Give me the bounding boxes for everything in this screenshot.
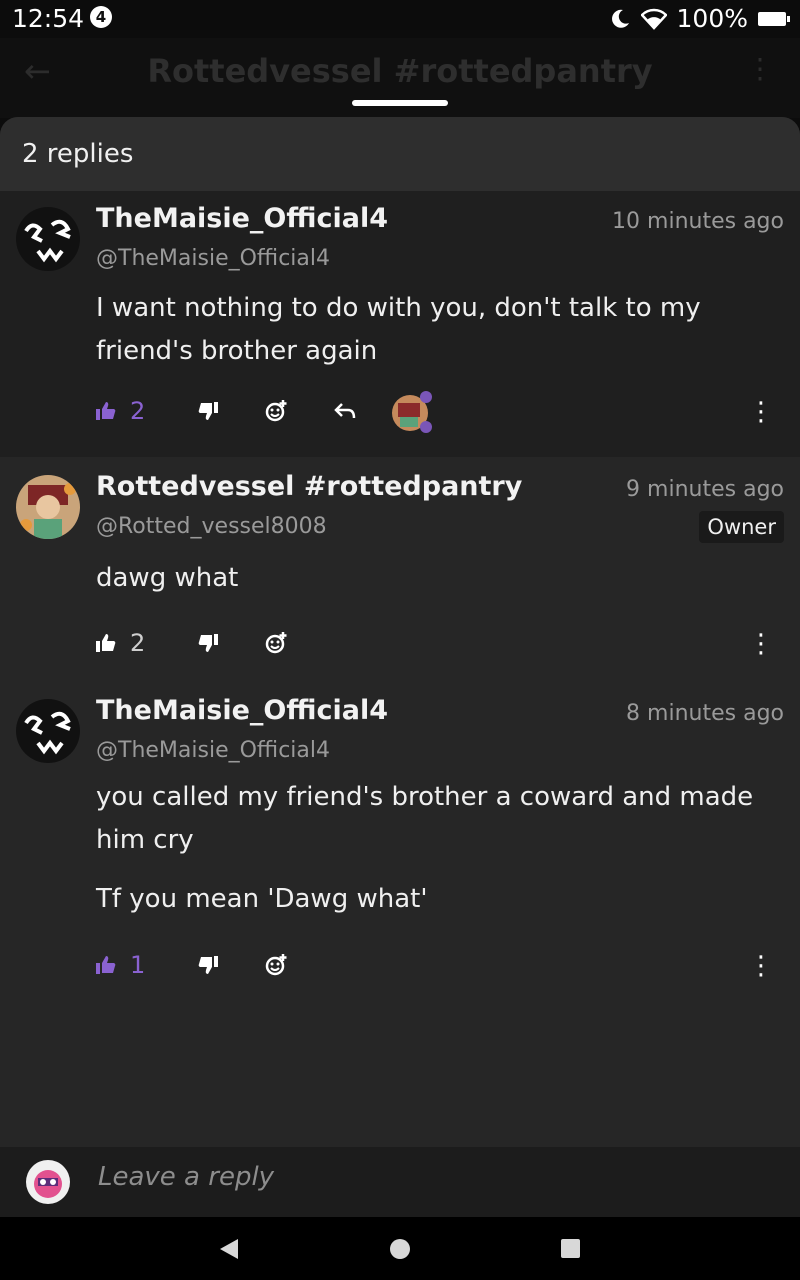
- battery-icon: [758, 11, 790, 26]
- comment-body: Tf you mean 'Dawg what': [96, 884, 428, 914]
- comment-body: I want nothing to do with you, don't tal…: [96, 293, 701, 366]
- comment-body: you called my friend's brother a coward …: [96, 782, 754, 855]
- thumbs-up-icon: [96, 634, 116, 652]
- replies-sheet: 2 replies TheMaisie_Official4 10 minutes…: [0, 117, 800, 1147]
- add-reaction-button[interactable]: [264, 945, 288, 985]
- like-count: 2: [130, 629, 146, 657]
- thumbs-down-icon: [198, 402, 218, 420]
- comment-author[interactable]: TheMaisie_Official4: [96, 695, 388, 726]
- comment-handle: @Rotted_vessel8008: [96, 514, 327, 539]
- notification-count-badge: 4: [90, 6, 112, 28]
- like-count: 2: [130, 397, 146, 425]
- battery-percent: 100%: [676, 4, 748, 33]
- comment-author[interactable]: TheMaisie_Official4: [96, 203, 388, 234]
- avatar[interactable]: [16, 699, 80, 763]
- comment-timestamp: 9 minutes ago: [626, 477, 784, 502]
- background-header: ← Rottedvessel #rottedpantry ⋮: [0, 38, 800, 118]
- thumbs-down-icon: [198, 634, 218, 652]
- like-button[interactable]: 2: [96, 391, 145, 431]
- status-icons: 100%: [609, 4, 790, 33]
- wifi-icon: [640, 8, 667, 30]
- avatar[interactable]: [16, 475, 80, 539]
- avatar[interactable]: [16, 207, 80, 271]
- comment-more-icon[interactable]: ⋮: [748, 951, 774, 981]
- thumbs-down-icon: [198, 956, 218, 974]
- sheet-header: 2 replies: [0, 117, 800, 191]
- like-button[interactable]: 1: [96, 945, 145, 985]
- comment-actions: 1 ⋮: [96, 945, 784, 985]
- reply-bar: [0, 1147, 800, 1217]
- dislike-button[interactable]: [198, 623, 218, 663]
- comment-body: dawg what: [96, 563, 239, 593]
- comment-item: Rottedvessel #rottedpantry 9 minutes ago…: [0, 457, 800, 683]
- comment-author[interactable]: Rottedvessel #rottedpantry: [96, 471, 522, 502]
- reply-arrow-icon: [334, 403, 356, 419]
- add-reaction-button[interactable]: [264, 623, 288, 663]
- thumbs-up-icon: [96, 402, 116, 420]
- overflow-menu-icon: ⋮: [746, 52, 774, 85]
- dislike-button[interactable]: [198, 945, 218, 985]
- nav-home-icon[interactable]: [390, 1239, 410, 1259]
- comment-more-icon[interactable]: ⋮: [748, 397, 774, 427]
- thumbs-up-icon: [96, 956, 116, 974]
- do-not-disturb-moon-icon: [611, 9, 629, 28]
- status-bar: 12:54 4 100%: [0, 0, 800, 38]
- dislike-button[interactable]: [198, 391, 218, 431]
- reply-button[interactable]: [334, 391, 356, 431]
- sheet-drag-handle[interactable]: [352, 100, 448, 106]
- current-user-avatar: [26, 1160, 70, 1204]
- status-time: 12:54: [12, 4, 85, 33]
- nav-back-icon[interactable]: [220, 1239, 238, 1259]
- like-count: 1: [130, 951, 146, 979]
- reply-count: 2 replies: [22, 139, 134, 169]
- comment-handle: @TheMaisie_Official4: [96, 738, 330, 763]
- like-button[interactable]: 2: [96, 623, 145, 663]
- comment-actions: 2 ⋮: [96, 391, 784, 433]
- comment-more-icon[interactable]: ⋮: [748, 629, 774, 659]
- comment-timestamp: 8 minutes ago: [626, 701, 784, 726]
- comment-handle: @TheMaisie_Official4: [96, 246, 330, 271]
- add-reaction-icon: [265, 632, 287, 654]
- reactor-avatar[interactable]: [390, 391, 434, 433]
- comment-timestamp: 10 minutes ago: [612, 209, 784, 234]
- comment-item: TheMaisie_Official4 10 minutes ago @TheM…: [0, 191, 800, 457]
- add-reaction-icon: [265, 954, 287, 976]
- background-page-title: Rottedvessel #rottedpantry: [147, 52, 653, 90]
- reply-input[interactable]: [96, 1161, 740, 1193]
- nav-recents-icon[interactable]: [561, 1239, 580, 1258]
- comment-item: TheMaisie_Official4 8 minutes ago @TheMa…: [0, 683, 800, 983]
- add-reaction-icon: [265, 400, 287, 422]
- owner-badge: Owner: [699, 511, 784, 543]
- system-nav-bar: [0, 1217, 800, 1280]
- add-reaction-button[interactable]: [264, 391, 288, 431]
- comment-actions: 2 ⋮: [96, 623, 784, 663]
